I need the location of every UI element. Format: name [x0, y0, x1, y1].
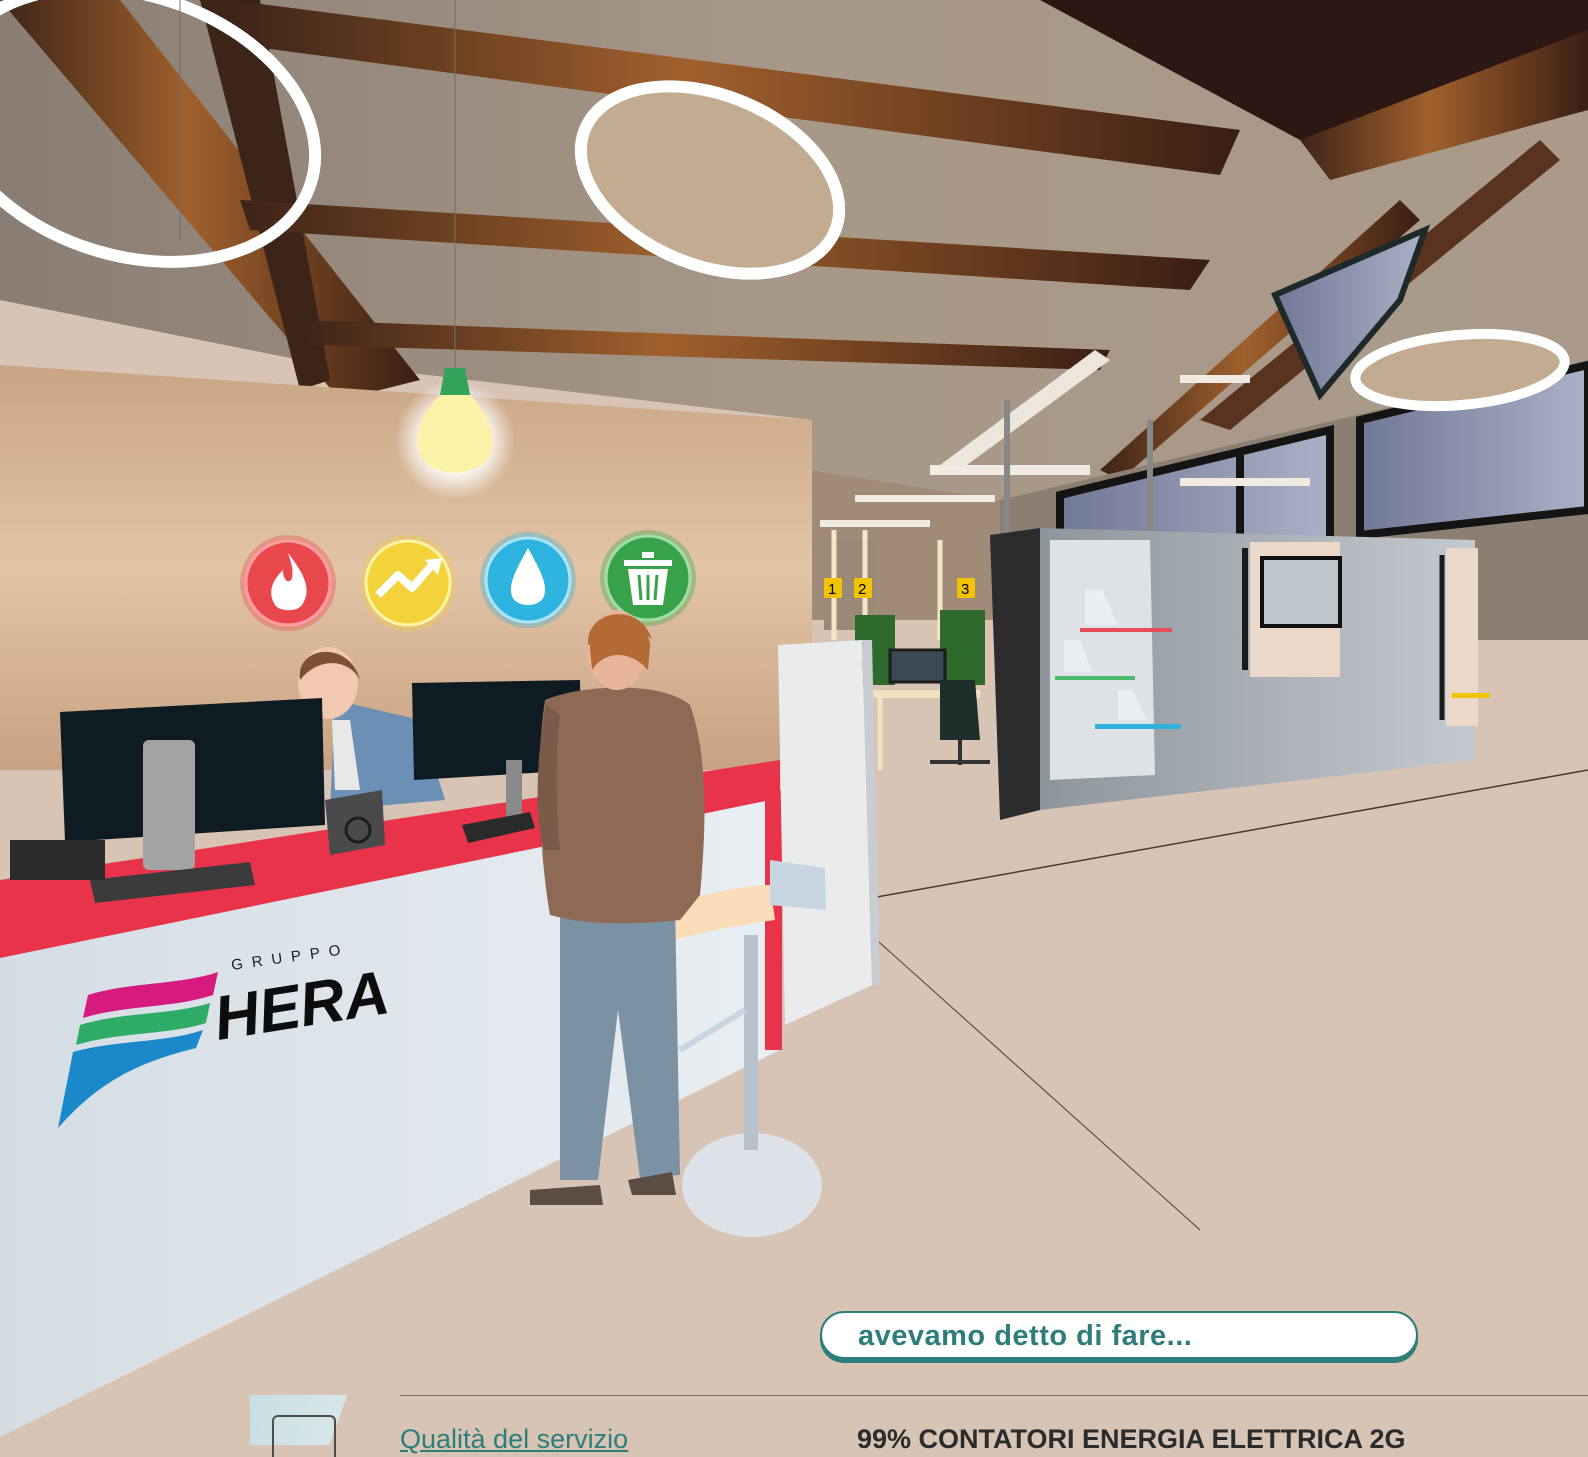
divider-line	[400, 1395, 1588, 1396]
quality-label: Qualità del servizio	[400, 1424, 629, 1454]
water-drop-icon	[480, 532, 576, 628]
counter-number-1: 1	[828, 581, 836, 598]
energy-icon	[360, 535, 456, 631]
counter-number-3: 3	[961, 581, 969, 598]
quality-icon	[250, 1395, 370, 1457]
callout-pill: avevamo detto di fare...	[820, 1311, 1418, 1359]
office-illustration: 1 2 3 GRUPPO HERA	[0, 0, 1588, 1437]
kpi-label: 99% CONTATORI ENERGIA ELETTRICA 2G	[857, 1424, 1406, 1454]
callout-text: avevamo detto di fare...	[858, 1320, 1193, 1352]
counter-number-2: 2	[858, 581, 866, 598]
flame-icon	[240, 535, 336, 631]
speaker	[325, 790, 385, 855]
shield-icon	[272, 1415, 336, 1457]
